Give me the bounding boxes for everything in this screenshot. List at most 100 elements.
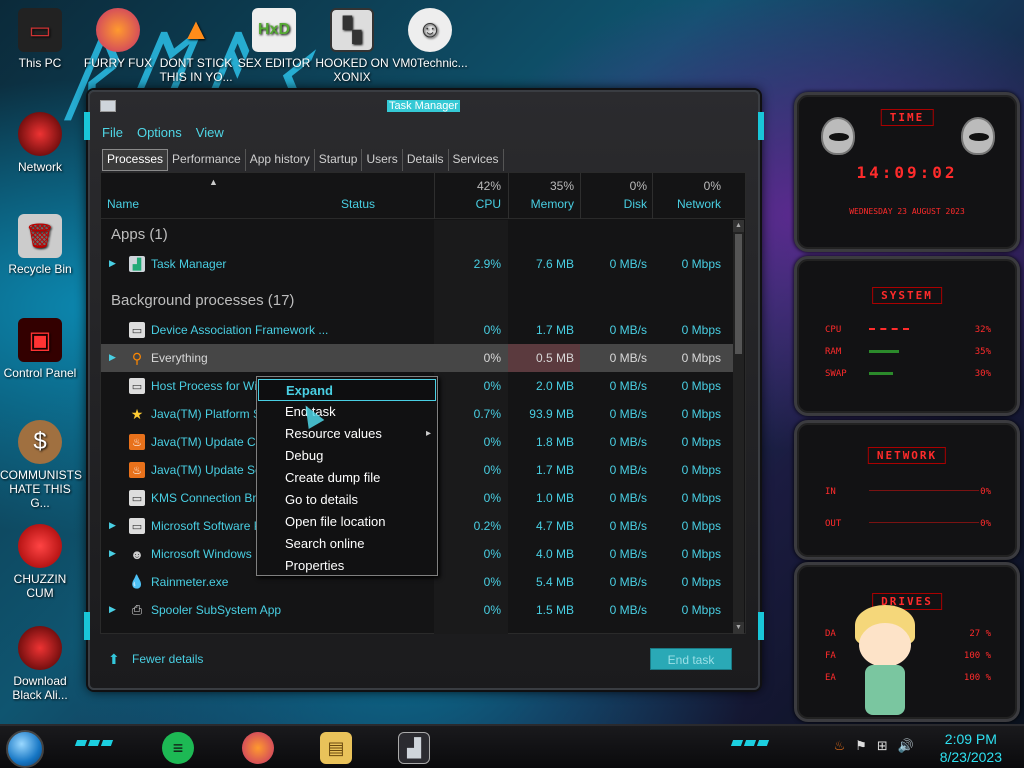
menu-item-debug[interactable]: Debug bbox=[257, 445, 437, 467]
column-header: ▲ Name Status 42% CPU 35% Memory 0% Disk… bbox=[101, 173, 745, 219]
network-total: 0% bbox=[703, 179, 721, 193]
submenu-arrow-icon: ▸ bbox=[425, 428, 431, 439]
network-label: Network bbox=[676, 197, 721, 211]
desktop-icon-this-pc[interactable]: ▭ This PC bbox=[0, 8, 80, 70]
taskbar-clock[interactable]: 2:09 PM 8/23/2023 bbox=[940, 730, 1002, 766]
sort-arrow-icon: ▲ bbox=[209, 177, 218, 187]
system-gadget: SYSTEM CPU 32% RAM 35% SWAP 30% bbox=[794, 256, 1020, 416]
menu-options[interactable]: Options bbox=[137, 125, 182, 143]
java-tray-icon[interactable]: ♨ bbox=[834, 738, 846, 754]
expand-chevron-icon[interactable]: ▶ bbox=[109, 604, 116, 615]
network-globe-icon bbox=[18, 112, 62, 156]
desktop-icon-furry-fux[interactable]: FURRY FUX bbox=[78, 8, 158, 70]
column-disk[interactable]: 0% Disk bbox=[583, 179, 647, 211]
disk-label: Disk bbox=[623, 197, 647, 211]
cpu-total: 42% bbox=[476, 179, 501, 193]
desktop-icon-download-black-ali[interactable]: Download Black Ali... bbox=[0, 626, 80, 702]
column-name[interactable]: Name bbox=[107, 197, 139, 211]
desktop-icon-chuzzin-cum[interactable]: CHUZZIN CUM bbox=[0, 524, 80, 600]
gadget-date: WEDNESDAY 23 AUGUST 2023 bbox=[849, 207, 965, 216]
hxd-icon: HxD bbox=[252, 8, 296, 52]
start-orb-button[interactable] bbox=[6, 730, 44, 768]
desktop-icon-hooked-on-xonix[interactable]: ▚ HOOKED ON XONIX bbox=[312, 8, 392, 84]
chevron-up-icon: ⬆ bbox=[108, 651, 120, 667]
column-memory[interactable]: 35% Memory bbox=[509, 179, 574, 211]
table-row[interactable]: ▭ Device Association Framework ... 0% 1.… bbox=[101, 316, 733, 344]
expand-chevron-icon[interactable]: ▶ bbox=[109, 548, 116, 559]
menu-file[interactable]: File bbox=[102, 125, 123, 143]
menu-item-properties[interactable]: Properties bbox=[257, 555, 437, 577]
scroll-down-arrow-icon[interactable]: ▼ bbox=[733, 622, 744, 634]
search-magnifier-icon: ⚲ bbox=[131, 349, 143, 366]
fewer-details-link[interactable]: ⬆ Fewer details bbox=[108, 652, 203, 666]
tab-startup[interactable]: Startup bbox=[315, 149, 363, 171]
menu-item-search-online[interactable]: Search online bbox=[257, 533, 437, 555]
menu-item-end-task[interactable]: End task bbox=[257, 401, 437, 423]
money-bag-icon: $ bbox=[18, 420, 62, 464]
title-bar[interactable]: Task Manager bbox=[90, 92, 758, 120]
expand-chevron-icon[interactable]: ▶ bbox=[109, 352, 116, 363]
task-manager-app-icon bbox=[100, 100, 116, 112]
action-center-flag-icon[interactable]: ⚑ bbox=[855, 738, 867, 754]
desktop-icon-control-panel[interactable]: ▣ Control Panel bbox=[0, 318, 80, 380]
column-network[interactable]: 0% Network bbox=[655, 179, 721, 211]
expand-chevron-icon[interactable]: ▶ bbox=[109, 258, 116, 269]
star-icon: ★ bbox=[130, 405, 144, 422]
firefox-icon[interactable] bbox=[242, 732, 274, 764]
menu-item-resource-values[interactable]: Resource values ▸ bbox=[257, 423, 437, 445]
java-icon: ♨ bbox=[129, 434, 145, 450]
vertical-scrollbar[interactable]: ▲ ▼ bbox=[733, 220, 744, 634]
table-row[interactable]: ▶ ⎙ Spooler SubSystem App 0% 1.5 MB 0 MB… bbox=[101, 596, 733, 624]
gadget-time: 14:09:02 bbox=[856, 163, 958, 182]
taskbar: ≡ ▤ ▟ ♨ ⚑ ⊞ 🔊 2:09 PM 8/23/2023 bbox=[0, 724, 1024, 768]
recycle-bin-icon: 🗑 bbox=[18, 214, 62, 258]
spotify-icon[interactable]: ≡ bbox=[162, 732, 194, 764]
desktop-icon-recycle-bin[interactable]: 🗑 Recycle Bin bbox=[0, 214, 80, 276]
tab-app-history[interactable]: App history bbox=[246, 149, 315, 171]
menu-item-expand[interactable]: Expand bbox=[258, 379, 436, 401]
menu-item-create-dump-file[interactable]: Create dump file bbox=[257, 467, 437, 489]
menu-item-resource-values-label: Resource values bbox=[285, 426, 382, 441]
column-cpu[interactable]: 42% CPU bbox=[441, 179, 501, 211]
tab-processes[interactable]: Processes bbox=[102, 149, 169, 171]
time-tag: TIME bbox=[880, 109, 934, 126]
desktop-icon-network[interactable]: Network bbox=[0, 112, 80, 174]
scroll-thumb[interactable] bbox=[735, 234, 742, 354]
tab-users[interactable]: Users bbox=[362, 149, 403, 171]
scroll-up-arrow-icon[interactable]: ▲ bbox=[733, 220, 744, 232]
table-row-selected[interactable]: ▶ ⚲ Everything 0% 0.5 MB 0 MB/s 0 Mbps bbox=[101, 344, 733, 372]
swap-meter: SWAP 30% bbox=[825, 369, 991, 379]
network-out: OUT 0% bbox=[825, 519, 991, 529]
tab-services[interactable]: Services bbox=[449, 149, 504, 171]
network-tray-icon[interactable]: ⊞ bbox=[877, 738, 888, 754]
volume-icon[interactable]: 🔊 bbox=[898, 738, 914, 754]
xonix-icon: ▚ bbox=[330, 8, 374, 52]
window-title: Task Manager bbox=[387, 100, 461, 112]
task-manager-taskbar-icon[interactable]: ▟ bbox=[398, 732, 430, 764]
expand-chevron-icon[interactable]: ▶ bbox=[109, 520, 116, 531]
end-task-button[interactable]: End task bbox=[650, 648, 732, 670]
menu-item-open-file-location[interactable]: Open file location bbox=[257, 511, 437, 533]
column-status[interactable]: Status bbox=[341, 197, 375, 211]
desktop-icon-dont-stick[interactable]: ▲ DONT STICK THIS IN YO... bbox=[156, 8, 236, 84]
desktop-icon-sex-editor[interactable]: HxD SEX EDITOR bbox=[234, 8, 314, 70]
memory-label: Memory bbox=[530, 197, 574, 211]
menu-view[interactable]: View bbox=[196, 125, 224, 143]
chuzzle-icon bbox=[18, 524, 62, 568]
tab-performance[interactable]: Performance bbox=[168, 149, 246, 171]
java-icon: ♨ bbox=[129, 462, 145, 478]
doctor-icon: ☺ bbox=[408, 8, 452, 52]
taskbar-decoration bbox=[74, 740, 114, 746]
table-row[interactable]: ▶ ▟ Task Manager 2.9% 7.6 MB 0 MB/s 0 Mb… bbox=[101, 250, 733, 278]
desktop-icon-vm0technic[interactable]: ☺ VM0Technic... bbox=[390, 8, 470, 70]
raindrop-icon: 💧 bbox=[128, 574, 146, 589]
cpu-meter: CPU 32% bbox=[825, 325, 991, 335]
desktop-icon-communists[interactable]: $ COMMUNISTS HATE THIS G... bbox=[0, 420, 82, 510]
file-explorer-icon[interactable]: ▤ bbox=[320, 732, 352, 764]
group-header-background: Background processes (17) bbox=[111, 292, 295, 309]
alien-head-icon bbox=[961, 117, 995, 155]
window-icon: ▭ bbox=[129, 490, 145, 506]
menu-item-go-to-details[interactable]: Go to details bbox=[257, 489, 437, 511]
tab-details[interactable]: Details bbox=[403, 149, 449, 171]
alienware-icon bbox=[18, 626, 62, 670]
